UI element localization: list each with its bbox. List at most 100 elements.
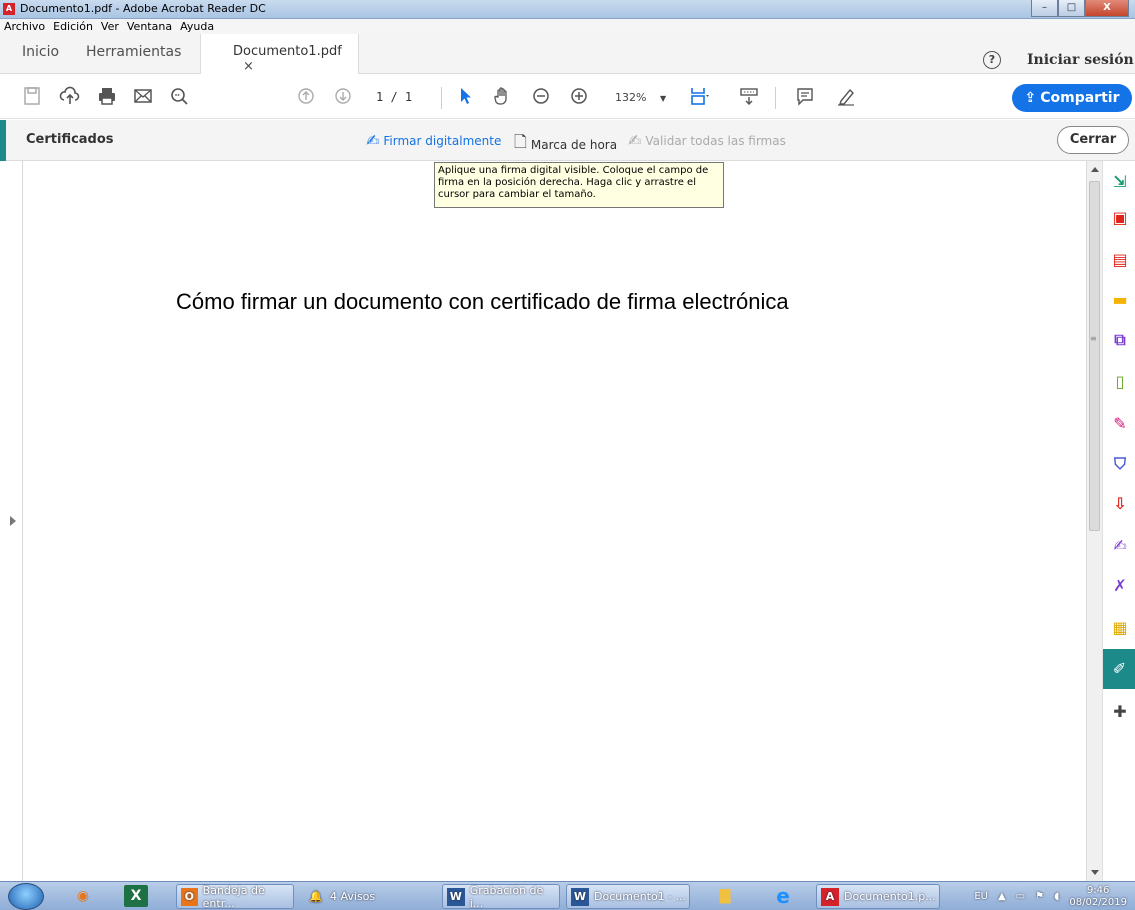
taskbar-item-word-documento[interactable]: W Documento1 - ... — [566, 884, 690, 909]
outlook-icon: O — [181, 887, 198, 906]
taskbar-item-label: 4 Avisos — [330, 890, 376, 903]
sign-tooltip: Aplique una firma digital visible. Coloq… — [434, 162, 724, 208]
excel-icon[interactable]: X — [124, 885, 148, 907]
certificates-toolbar: Certificados ✍ Firmar digitalmente 🗋 Mar… — [0, 120, 1135, 161]
protect-icon[interactable]: ⛉ — [1109, 453, 1131, 475]
create-pdf-icon[interactable]: ▣ — [1109, 207, 1131, 229]
share-button[interactable]: ⇪ Compartir — [1012, 84, 1132, 112]
menu-ventana[interactable]: Ventana — [127, 19, 172, 34]
signature-icon[interactable]: ✍ — [1109, 535, 1131, 557]
sign-digitally-button[interactable]: ✍ Firmar digitalmente — [366, 131, 501, 150]
edit-pdf-icon[interactable]: ▯ — [1109, 371, 1131, 393]
previous-page-icon[interactable] — [295, 85, 317, 107]
panel-grip-icon[interactable]: ≡ — [1090, 334, 1097, 343]
export-icon[interactable]: ⇩ — [1109, 493, 1131, 515]
timestamp-button[interactable]: 🗋 Marca de hora — [514, 131, 617, 158]
certificates-title: Certificados — [26, 132, 114, 147]
action-center-icon[interactable]: ⚑ — [1035, 891, 1044, 902]
main-toolbar: 1 / 1 132% ▼ ⇪ Compartir — [0, 75, 1135, 119]
validate-pen-icon: ✍ — [628, 131, 642, 150]
tab-inicio[interactable]: Inicio — [22, 44, 59, 60]
taskbar-item-label: Bandeja de entr... — [202, 883, 265, 910]
timestamp-label: Marca de hora — [530, 137, 618, 152]
cloud-upload-icon[interactable] — [59, 85, 81, 107]
close-tab-icon[interactable]: × — [243, 59, 254, 74]
scroll-up-icon[interactable] — [1091, 167, 1099, 172]
certificates-icon[interactable]: ✐ — [1103, 649, 1135, 689]
internet-explorer-icon[interactable]: e — [768, 885, 798, 907]
firefox-icon[interactable]: ◉ — [68, 885, 98, 907]
tab-document[interactable]: Documento1.pdf × — [200, 34, 359, 74]
zoom-value: 132% — [615, 91, 647, 104]
page-indicator: 1 / 1 — [376, 90, 412, 104]
close-tool-button[interactable]: Cerrar — [1057, 126, 1129, 154]
export-pdf-icon[interactable]: ⇲ — [1109, 171, 1131, 193]
send-track-icon[interactable]: ▦ — [1109, 617, 1131, 639]
menu-ayuda[interactable]: Ayuda — [180, 19, 214, 34]
page-total: / 1 — [390, 90, 413, 104]
left-panel-toggle[interactable] — [0, 161, 18, 881]
taskbar-item-acrobat[interactable]: A Documento1.p... — [816, 884, 940, 909]
help-button[interactable]: ? — [983, 51, 1001, 69]
maximize-button[interactable]: □ — [1058, 0, 1085, 17]
next-page-icon[interactable] — [332, 85, 354, 107]
combine-files-icon[interactable]: ⧉ — [1109, 329, 1131, 351]
document-heading: Cómo firmar un documento con certificado… — [176, 289, 789, 314]
network-icon[interactable]: ▭ — [1016, 891, 1025, 902]
close-window-button[interactable]: X — [1085, 0, 1129, 17]
acrobat-app-icon: A — [3, 3, 15, 15]
volume-icon[interactable]: ◖ — [1054, 891, 1059, 902]
page-number-input[interactable]: 1 — [376, 90, 383, 104]
start-button[interactable] — [8, 883, 44, 910]
keyboard-scroll-icon[interactable] — [738, 85, 760, 107]
tab-herramientas[interactable]: Herramientas — [86, 44, 181, 60]
toolbar-divider — [775, 87, 776, 109]
vertical-scrollbar[interactable]: ≡ — [1086, 161, 1102, 881]
select-tool-icon[interactable] — [455, 85, 477, 107]
pdf-page[interactable] — [22, 161, 1084, 881]
share-label: Compartir — [1040, 90, 1120, 106]
page-fit-icon[interactable] — [688, 85, 710, 107]
language-indicator[interactable]: EU — [974, 891, 988, 902]
more-tools-icon[interactable]: ✚ — [1109, 701, 1131, 723]
taskbar-item-outlook[interactable]: O Bandeja de entr... — [176, 883, 294, 910]
taskbar-item-label: Documento1.p... — [844, 890, 936, 903]
organize-pages-icon[interactable]: ▤ — [1109, 249, 1131, 271]
file-explorer-icon[interactable]: ▇ — [710, 885, 740, 907]
menu-ver[interactable]: Ver — [101, 19, 119, 34]
chevron-down-icon: ▼ — [659, 94, 667, 103]
menu-archivo[interactable]: Archivo — [4, 19, 45, 34]
fill-sign-icon[interactable]: ✎ — [1109, 413, 1131, 435]
search-icon[interactable] — [168, 85, 190, 107]
word-icon: W — [447, 887, 465, 906]
share-icon: ⇪ — [1024, 90, 1037, 106]
minimize-button[interactable]: – — [1031, 0, 1058, 17]
save-icon[interactable] — [21, 85, 43, 107]
menu-edicion[interactable]: Edición — [53, 19, 93, 34]
signin-link[interactable]: Iniciar sesión — [1027, 52, 1134, 68]
clock[interactable]: 9:46 08/02/2019 — [1069, 885, 1127, 909]
scroll-down-icon[interactable] — [1091, 870, 1099, 875]
highlight-pen-icon[interactable] — [835, 85, 857, 107]
send-for-signature-icon[interactable]: ✗ — [1109, 575, 1131, 597]
word-icon: W — [571, 887, 589, 906]
validate-all-button[interactable]: ✍ Validar todas las firmas — [628, 131, 786, 150]
comment-tool-icon[interactable] — [794, 85, 816, 107]
windows-taskbar: ◉ X O Bandeja de entr... 🔔 4 Avisos W Gr… — [0, 881, 1135, 910]
tool-accent-bar — [0, 120, 6, 161]
zoom-in-icon[interactable] — [568, 85, 590, 107]
email-icon[interactable] — [132, 85, 154, 107]
print-icon[interactable] — [96, 85, 118, 107]
hand-tool-icon[interactable] — [491, 85, 513, 107]
zoom-dropdown[interactable]: 132% ▼ — [615, 91, 666, 104]
taskbar-item-label: Grabación de i... — [469, 883, 544, 910]
tray-expand-icon[interactable]: ▲ — [998, 891, 1006, 902]
taskbar-item-avisos[interactable]: 🔔 4 Avisos — [302, 884, 422, 909]
zoom-out-icon[interactable] — [530, 85, 552, 107]
sign-digitally-label: Firmar digitalmente — [383, 133, 502, 148]
acrobat-icon: A — [821, 887, 839, 906]
taskbar-item-word-grabacion[interactable]: W Grabación de i... — [442, 883, 560, 910]
title-bar: A Documento1.pdf - Adobe Acrobat Reader … — [0, 0, 1135, 19]
comment-icon[interactable]: ▬ — [1109, 289, 1131, 311]
scrollbar-thumb[interactable] — [1089, 181, 1100, 531]
